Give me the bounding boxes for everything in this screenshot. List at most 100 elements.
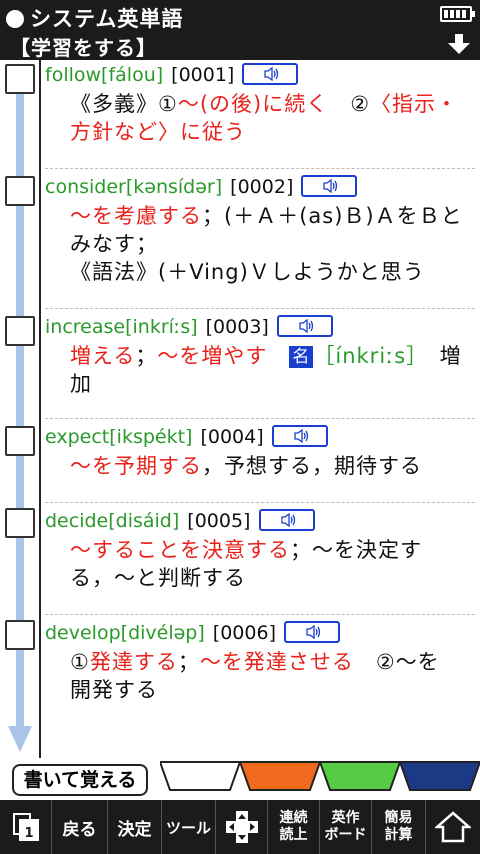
pronunciation: [ikspékt] <box>109 426 193 448</box>
definition-text: 増 <box>417 344 462 368</box>
home-icon <box>435 811 471 843</box>
divider <box>45 308 475 309</box>
definition-text: ；〜を決定す <box>290 538 422 562</box>
definition-line: る，〜と判断する <box>45 564 475 592</box>
simple-calc-button[interactable]: 簡易 計算 <box>372 800 426 854</box>
continuous-read-label-1: 連続 <box>279 810 308 826</box>
definition-text: 《語法》(＋Ving)Ｖしようかと思う <box>70 260 425 284</box>
battery-icon <box>440 6 475 22</box>
word-entry[interactable]: expect[ikspékt] [0004] 〜を予期する，予想する，期待する <box>45 422 475 480</box>
speaker-icon <box>306 625 321 639</box>
entry-number: [0005] <box>187 510 251 532</box>
tab-navy[interactable] <box>400 760 480 792</box>
definition-text: ； <box>177 650 200 674</box>
english-keyboard-button[interactable]: 英作 ボード <box>320 800 372 854</box>
definition-text: 開発する <box>70 678 158 702</box>
title-bar: システム英単語 【学習をする】 <box>0 0 480 60</box>
definition-text: 〜を考慮する <box>70 204 202 228</box>
home-button[interactable] <box>426 800 480 854</box>
entry-checkbox[interactable] <box>5 426 35 456</box>
headword: expect <box>45 426 110 448</box>
definition-line: 開発する <box>45 676 475 704</box>
headword-line: expect[ikspékt] [0004] <box>45 422 475 452</box>
entry-checkbox[interactable] <box>5 620 35 650</box>
enter-button[interactable]: 決定 <box>108 800 162 854</box>
headword: follow <box>45 64 102 86</box>
definition-text: る，〜と判断する <box>70 566 246 590</box>
audio-play-button[interactable] <box>284 621 341 643</box>
back-button[interactable]: 戻る <box>52 800 108 854</box>
headword-line: follow[fálou] [0001] <box>45 60 475 90</box>
definition-text: 方針など〉に従う <box>70 120 246 144</box>
headword: increase <box>45 316 126 338</box>
simple-calc-label-2: 計算 <box>384 827 413 843</box>
headword-line: decide[disáid] [0005] <box>45 506 475 536</box>
definition-text: 〜を予期する <box>70 454 202 478</box>
noun-badge: 名 <box>289 346 314 368</box>
definition-text: 増える <box>70 344 136 368</box>
definition-text: 加 <box>70 372 92 396</box>
word-entry[interactable]: increase[inkríːs] [0003] 増える；〜を増やす 名 ［ínkr… <box>45 312 475 398</box>
entry-number: [0001] <box>171 64 235 86</box>
definition-line: 《語法》(＋Ving)Ｖしようかと思う <box>45 258 475 286</box>
definition-line: 増える；〜を増やす 名 ［ínkriːs］ 増 <box>45 342 475 370</box>
entry-checkbox[interactable] <box>5 176 35 206</box>
audio-play-button[interactable] <box>258 509 315 531</box>
definition-text: 発達する <box>89 650 178 674</box>
headword: consider <box>45 176 126 198</box>
download-arrow-icon[interactable] <box>446 32 472 56</box>
divider <box>45 502 475 503</box>
definition-text: ②〜を <box>353 650 440 674</box>
definition-text: 〈指示・ <box>370 92 459 116</box>
mode-subtitle: 【学習をする】 <box>10 36 157 60</box>
tab-row: 書いて覚える <box>0 758 480 800</box>
status-dot-icon <box>6 10 24 28</box>
definition-line: ①発達する；〜を発達させる ②〜を <box>45 648 475 676</box>
speaker-icon <box>299 319 314 333</box>
page-stack-icon: 1 <box>12 813 39 841</box>
speaker-icon <box>264 67 279 81</box>
speaker-icon <box>280 513 295 527</box>
word-entry[interactable]: consider[kənsídər] [0002] 〜を考慮する；(＋Ａ＋(as)… <box>45 172 475 286</box>
app-title-text: システム英単語 <box>30 7 184 31</box>
audio-play-button[interactable] <box>276 315 333 337</box>
word-entry[interactable]: develop[divéləp] [0006] ①発達する；〜を発達させる ②〜を… <box>45 618 475 704</box>
entry-number: [0004] <box>200 426 264 448</box>
tab-green[interactable] <box>320 760 400 792</box>
speaker-icon <box>323 179 338 193</box>
continuous-read-button[interactable]: 連続 読上 <box>268 800 320 854</box>
english-keyboard-label-2: ボード <box>324 827 367 843</box>
audio-play-button[interactable] <box>301 175 358 197</box>
word-entry[interactable]: decide[disáid] [0005] 〜することを決意する；〜を決定す る，〜… <box>45 506 475 592</box>
definition-text: ，予想する，期待する <box>202 454 422 478</box>
headword: decide <box>45 510 109 532</box>
continuous-read-label-2: 読上 <box>279 827 308 843</box>
bottom-toolbar: 1 戻る 決定 ツール 連続 読上 英作 ボード 簡易 計算 <box>0 800 480 854</box>
word-entry[interactable]: follow[fálou] [0001] 《多義》①〜(の後)に続く ②〈指示・方… <box>45 60 475 146</box>
audio-play-button[interactable] <box>271 425 328 447</box>
entry-checkbox[interactable] <box>5 508 35 538</box>
divider <box>45 168 475 169</box>
definition-line: みなす； <box>45 230 475 258</box>
audio-play-button[interactable] <box>242 63 299 85</box>
definition-text: ① <box>70 650 90 674</box>
pronunciation: [kənsídər] <box>125 176 223 198</box>
entry-checkbox[interactable] <box>5 316 35 346</box>
tab-white[interactable] <box>160 760 240 792</box>
pronunciation: [disáid] <box>108 510 180 532</box>
entry-checkbox[interactable] <box>5 64 35 94</box>
page-number: 1 <box>24 826 33 841</box>
definition-line: 〜を予期する，予想する，期待する <box>45 452 475 480</box>
write-to-memorize-button[interactable]: 書いて覚える <box>12 764 148 796</box>
definition-line: 方針など〉に従う <box>45 118 475 146</box>
page-button[interactable]: 1 <box>0 800 52 854</box>
dpad-button[interactable] <box>216 800 268 854</box>
tab-orange[interactable] <box>240 760 320 792</box>
definition-text <box>267 344 289 368</box>
definition-text: 〜を発達させる <box>199 650 354 674</box>
definition-text: ② <box>328 92 371 116</box>
app-title: システム英単語 <box>6 3 183 33</box>
headword: develop <box>45 622 121 644</box>
dpad-icon <box>225 811 258 843</box>
tools-button[interactable]: ツール <box>162 800 216 854</box>
